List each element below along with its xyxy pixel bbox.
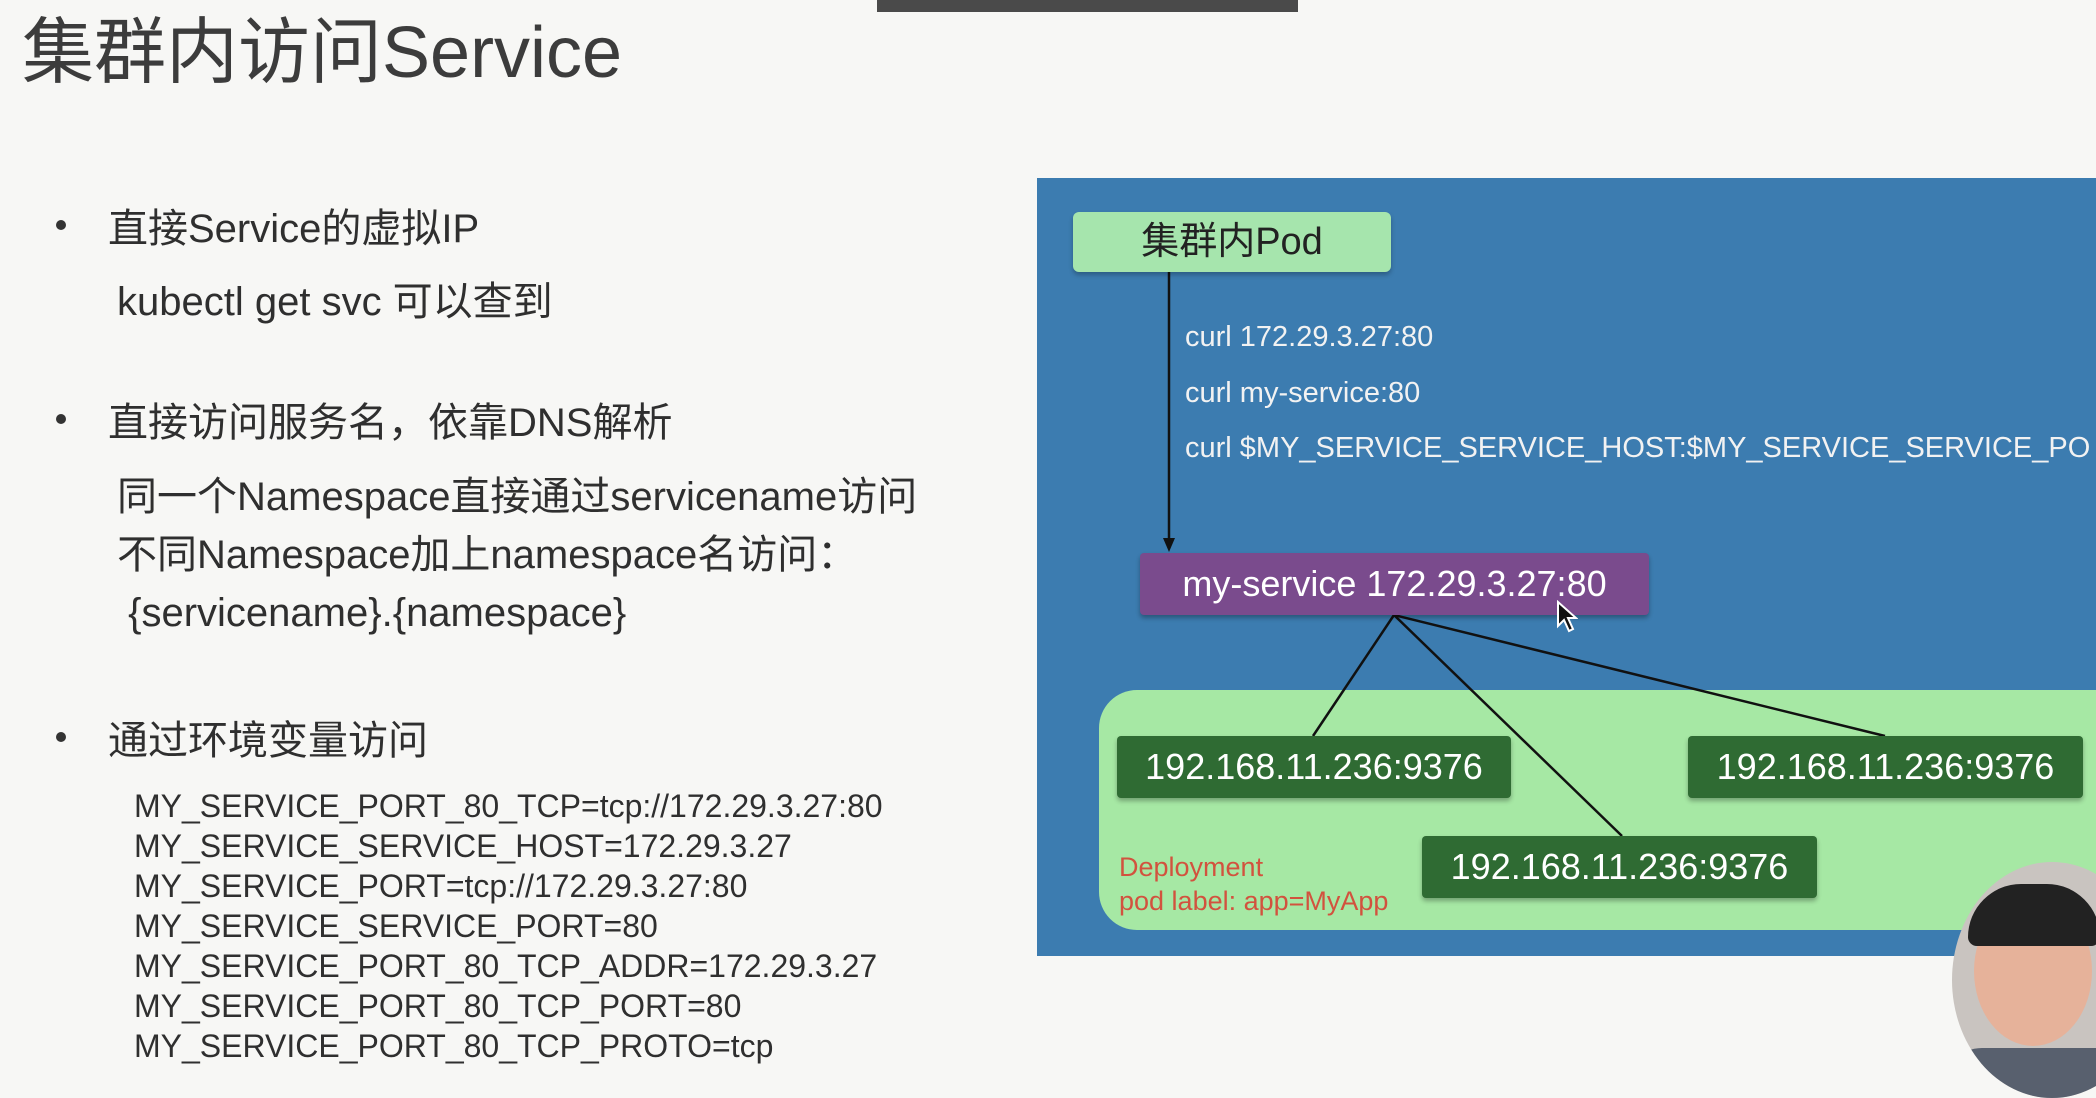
bullet-1-text: 直接Service的虚拟IP xyxy=(108,207,480,251)
bullet-1: 直接Service的虚拟IP xyxy=(56,204,479,254)
cluster-pod-box: 集群内Pod xyxy=(1073,212,1391,272)
env-var-line: MY_SERVICE_PORT=tcp://172.29.3.27:80 xyxy=(134,868,748,904)
pod-ip-box: 192.168.11.236:9376 xyxy=(1117,736,1511,798)
bullet-1-detail: kubectl get svc 可以查到 xyxy=(117,280,553,324)
bullet-dot xyxy=(56,414,66,425)
deployment-title: Deployment xyxy=(1119,852,1264,882)
bullet-3-text: 通过环境变量访问 xyxy=(108,719,428,763)
bullet-3: 通过环境变量访问 xyxy=(56,716,428,766)
service-to-pod-line xyxy=(1393,613,1886,738)
presenter-shirt xyxy=(1952,1048,2096,1098)
bullet-2-line-2: 不同Namespace加上namespace名访问： xyxy=(117,533,858,577)
env-var-line: MY_SERVICE_PORT_80_TCP_PORT=80 xyxy=(134,988,742,1024)
deployment-label: Deployment pod label: app=MyApp xyxy=(1119,850,1388,918)
bullet-2-text: 直接访问服务名，依靠DNS解析 xyxy=(108,401,673,445)
pod-ip-box: 192.168.11.236:9376 xyxy=(1688,736,2083,798)
env-var-line: MY_SERVICE_PORT_80_TCP_ADDR=172.29.3.27 xyxy=(134,948,878,984)
env-var-list: MY_SERVICE_PORT_80_TCP=tcp://172.29.3.27… xyxy=(134,786,883,1066)
deployment-pod-label: pod label: app=MyApp xyxy=(1119,886,1389,916)
env-var-line: MY_SERVICE_SERVICE_HOST=172.29.3.27 xyxy=(134,828,792,864)
bullet-2: 直接访问服务名，依靠DNS解析 xyxy=(56,398,672,448)
curl-command: curl 172.29.3.27:80 xyxy=(1185,321,1434,353)
service-diagram: 集群内Pod curl 172.29.3.27:80 curl my-servi… xyxy=(1037,178,2096,956)
env-var-line: MY_SERVICE_PORT_80_TCP_PROTO=tcp xyxy=(134,1028,774,1064)
pod-ip-box: 192.168.11.236:9376 xyxy=(1422,836,1817,898)
presenter-hair xyxy=(1968,884,2096,946)
curl-command: curl my-service:80 xyxy=(1185,377,1421,409)
service-to-pod-line xyxy=(1311,614,1396,737)
env-var-line: MY_SERVICE_PORT_80_TCP=tcp://172.29.3.27… xyxy=(134,788,883,824)
mouse-pointer-icon xyxy=(1557,600,1578,633)
bullet-2-line-1: 同一个Namespace直接通过servicename访问 xyxy=(117,475,918,519)
arrow-head-icon xyxy=(1163,538,1175,552)
service-to-pod-line xyxy=(1393,614,1623,837)
bullet-dot xyxy=(56,732,66,743)
bullet-2-line-3: {servicename}.{namespace} xyxy=(117,591,627,635)
curl-command: curl $MY_SERVICE_SERVICE_HOST:$MY_SERVIC… xyxy=(1185,432,2091,464)
env-var-line: MY_SERVICE_SERVICE_PORT=80 xyxy=(134,908,658,944)
bullet-dot xyxy=(56,220,66,231)
left-content: 直接Service的虚拟IP kubectl get svc 可以查到 直接访问… xyxy=(0,0,1030,1080)
